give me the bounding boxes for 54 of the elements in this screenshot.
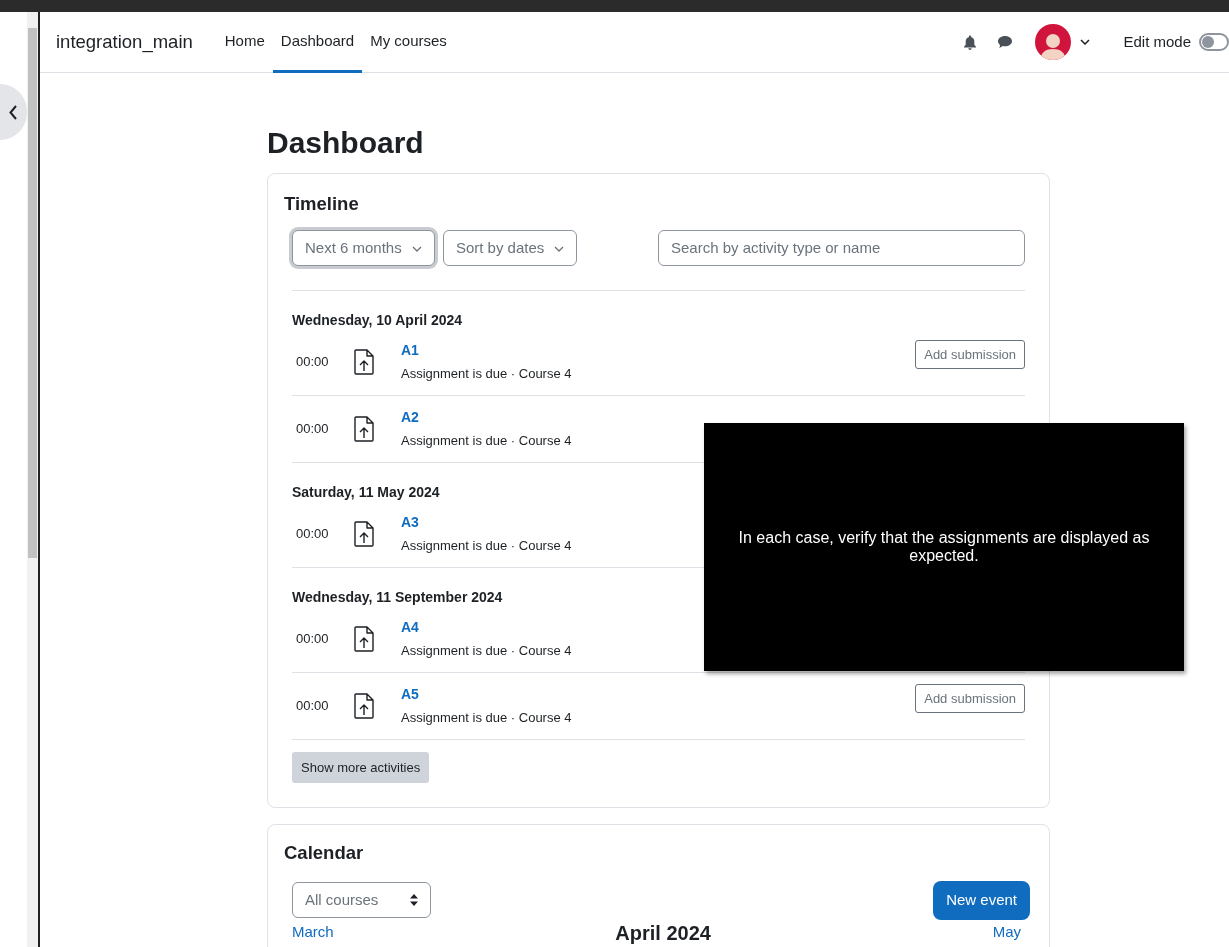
caret-icon[interactable]	[1080, 39, 1091, 45]
next-month-link[interactable]: May	[992, 924, 1021, 941]
assignment-link[interactable]: A1	[401, 342, 419, 358]
assignment-link[interactable]: A4	[401, 619, 419, 635]
file-upload-icon	[354, 415, 374, 442]
date-heading: Wednesday, 11 September 2024	[292, 587, 504, 606]
nav-tab[interactable]: Dashboard	[272, 12, 363, 73]
event-detail: Assignment is due · Course 4	[401, 709, 572, 727]
caret-icon	[554, 245, 565, 252]
assignment-link[interactable]: A2	[401, 409, 419, 425]
show-more-button[interactable]: Show more activities	[292, 751, 430, 784]
due-time: 00:00	[295, 697, 330, 715]
filter-dropdown[interactable]: Next 6 months	[292, 229, 435, 266]
drawer-toggle-button[interactable]	[0, 84, 27, 140]
add-submission-button[interactable]: Add submission	[915, 683, 1025, 714]
file-upload-icon	[354, 625, 374, 652]
search-field[interactable]: Search by activity type or name	[658, 229, 1025, 266]
file-upload-icon	[354, 348, 374, 375]
edit-mode-switch[interactable]	[1199, 33, 1229, 51]
edit-mode-label: Edit mode	[1123, 31, 1191, 52]
course-select[interactable]: All courses	[292, 882, 431, 919]
due-time: 00:00	[295, 353, 330, 371]
calendar-title: Calendar	[284, 841, 365, 866]
filter-dropdown[interactable]: Sort by dates	[442, 229, 578, 266]
event-detail: Assignment is due · Course 4	[401, 365, 572, 383]
caption-text: In each case, verify that the assignments are displayed as expected.	[737, 528, 1151, 566]
due-time: 00:00	[295, 420, 330, 438]
file-upload-icon	[354, 520, 374, 547]
event-detail: Assignment is due · Course 4	[401, 642, 572, 660]
timeline-title: Timeline	[284, 192, 360, 216]
month-title: April 2024	[615, 921, 711, 944]
date-heading: Saturday, 11 May 2024	[292, 482, 441, 501]
site-name[interactable]: integration_main	[56, 12, 193, 72]
previous-month-link[interactable]: March	[292, 924, 334, 941]
event-detail: Assignment is due · Course 4	[401, 432, 572, 450]
bell-icon[interactable]	[963, 34, 978, 50]
user-avatar[interactable]	[1035, 24, 1072, 60]
sort-arrows-icon	[410, 894, 418, 907]
due-time: 00:00	[295, 525, 330, 543]
due-time: 00:00	[295, 630, 330, 648]
caret-icon	[411, 245, 422, 252]
chevron-left-icon	[9, 104, 18, 120]
event-detail: Assignment is due · Course 4	[401, 537, 572, 555]
file-upload-icon	[354, 692, 374, 719]
nav-tab[interactable]: My courses	[362, 12, 455, 73]
assignment-link[interactable]: A5	[401, 686, 419, 702]
nav-tab[interactable]: Home	[216, 12, 273, 73]
add-submission-button[interactable]: Add submission	[915, 339, 1025, 370]
new-event-button[interactable]: New event	[933, 881, 1030, 920]
page-title: Dashboard	[267, 125, 425, 161]
date-heading: Wednesday, 10 April 2024	[292, 310, 464, 329]
assignment-link[interactable]: A3	[401, 514, 419, 530]
chat-bubble-icon[interactable]	[997, 35, 1014, 49]
scrollbar-thumb[interactable]	[28, 28, 37, 558]
